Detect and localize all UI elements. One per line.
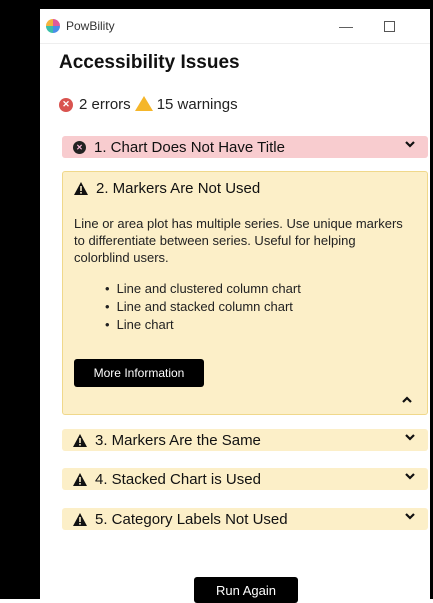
page-title: Accessibility Issues [59,52,240,73]
issue-summary: ✕ 2 errors 15 warnings [59,96,238,113]
warning-count: 15 warnings [156,96,238,113]
issue-title: 4. Stacked Chart is Used [95,470,261,488]
minimize-button[interactable]: — [336,16,356,36]
affected-chart-list: Line and clustered column chart Line and… [105,280,301,334]
app-window: PowBility — Accessibility Issues ✕ 2 err… [40,9,430,603]
chevron-down-icon[interactable] [404,510,416,525]
warning-icon [73,433,87,447]
chevron-down-icon[interactable] [404,470,416,485]
issue-item-1[interactable]: ✕ 1. Chart Does Not Have Title [62,136,428,158]
list-item: Line and clustered column chart [105,280,301,298]
more-information-button[interactable]: More Information [74,359,204,387]
error-icon: ✕ [59,97,73,112]
issue-title: 5. Category Labels Not Used [95,510,288,528]
issue-header[interactable]: 4. Stacked Chart is Used [62,468,428,490]
screen-border-top [0,0,433,9]
warning-icon [74,181,88,195]
app-logo-icon [46,19,60,33]
issue-item-2: 2. Markers Are Not Used Line or area plo… [62,171,428,415]
app-title: PowBility [66,19,115,33]
list-item: Line chart [105,316,301,334]
issue-header[interactable]: 2. Markers Are Not Used [63,172,427,204]
issue-description: Line or area plot has multiple series. U… [74,216,403,265]
run-again-button[interactable]: Run Again [194,577,298,603]
issue-item-4[interactable]: 4. Stacked Chart is Used [62,468,428,490]
screen-border-left [0,0,40,599]
maximize-button[interactable] [384,21,395,32]
error-icon: ✕ [73,140,86,154]
chevron-up-icon[interactable] [401,394,413,409]
issue-title: 1. Chart Does Not Have Title [94,138,285,156]
issue-item-5[interactable]: 5. Category Labels Not Used [62,508,428,530]
issue-title: 3. Markers Are the Same [95,431,261,449]
error-count: 2 errors [79,96,131,113]
issue-header[interactable]: 3. Markers Are the Same [62,429,428,451]
issue-title: 2. Markers Are Not Used [96,179,261,197]
warning-icon [73,472,87,486]
chevron-down-icon[interactable] [404,138,416,153]
warning-icon [134,96,153,111]
issue-header[interactable]: ✕ 1. Chart Does Not Have Title [62,136,428,158]
list-item: Line and stacked column chart [105,298,301,316]
chevron-down-icon[interactable] [404,431,416,446]
issue-item-3[interactable]: 3. Markers Are the Same [62,429,428,451]
title-bar: PowBility — [40,9,430,44]
warning-icon [73,512,87,526]
issue-header[interactable]: 5. Category Labels Not Used [62,508,428,530]
